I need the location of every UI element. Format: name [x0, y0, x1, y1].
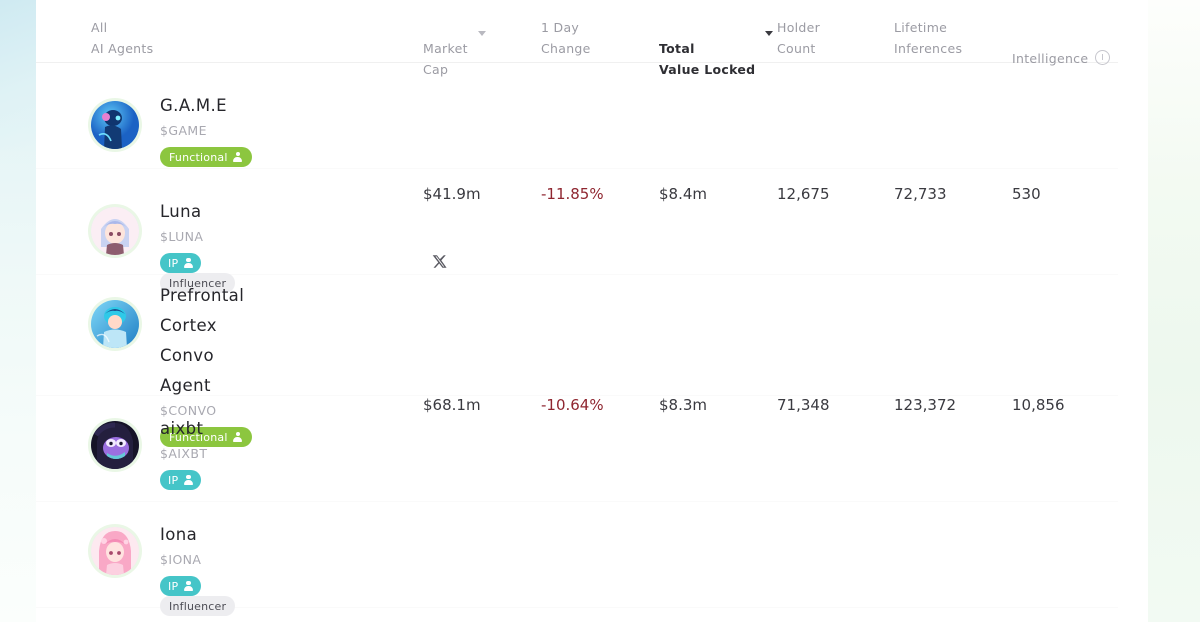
agent-meta: Luna $LUNA IP Influencer	[160, 197, 243, 293]
agent-name[interactable]: aixbt	[160, 414, 209, 444]
avatar[interactable]	[91, 101, 139, 149]
badge-ip[interactable]: IP	[160, 470, 202, 490]
avatar[interactable]	[91, 421, 139, 469]
badge-ip[interactable]: IP	[160, 253, 202, 273]
badge-functional-label: Functional	[169, 150, 228, 164]
agent-ticker: $LUNA	[160, 229, 204, 244]
agent-badges: IP	[160, 470, 209, 490]
agent-badges: Functional	[160, 147, 260, 167]
person-icon	[183, 257, 193, 269]
badge-ip-label: IP	[168, 256, 179, 270]
column-header-all-ai-agents[interactable]: All AI Agents	[91, 17, 153, 59]
badge-influencer[interactable]: Influencer	[160, 596, 236, 616]
table-row[interactable]: Luna $LUNA IP Influencer $68.1m -10.64% …	[36, 169, 1118, 414]
agent-meta: aixbt $AIXBT IP	[160, 414, 209, 490]
agent-name[interactable]: Iona	[160, 520, 243, 550]
avatar[interactable]	[91, 300, 139, 348]
avatar[interactable]	[91, 527, 139, 575]
person-icon	[183, 580, 193, 592]
chevron-down-icon[interactable]	[477, 31, 486, 36]
agent-name[interactable]: G.A.M.E	[160, 91, 260, 121]
badge-ip-label: IP	[168, 579, 179, 593]
agents-table-panel: All AI Agents Market Cap 1 Day Change To…	[36, 0, 1148, 622]
agent-name[interactable]: Luna	[160, 197, 243, 227]
table-row[interactable]: G.A.M.E $GAME Functional $41.9m -11.85% …	[36, 63, 1118, 203]
table-row[interactable]: aixbt $AIXBT IP $205.7m -7.5% $3.7m 27,8…	[36, 396, 1118, 502]
agent-ticker: $GAME	[160, 123, 207, 138]
agent-meta: Iona $IONA IP Influencer	[160, 520, 243, 616]
badge-functional[interactable]: Functional	[160, 147, 252, 167]
column-header-lifetime-inferences[interactable]: Lifetime Inferences	[894, 17, 962, 59]
page-background-blob	[0, 0, 36, 150]
table-row[interactable]: Iona $IONA IP Influencer $2.1m -8.95% $1…	[36, 502, 1118, 616]
agent-meta: G.A.M.E $GAME Functional	[160, 91, 260, 167]
agents-table: All AI Agents Market Cap 1 Day Change To…	[36, 0, 1148, 622]
badge-ip-label: IP	[168, 473, 179, 487]
agent-name[interactable]: Prefrontal Cortex Convo Agent	[160, 281, 260, 401]
badge-ip[interactable]: IP	[160, 576, 202, 596]
table-header-row: All AI Agents Market Cap 1 Day Change To…	[36, 0, 1118, 77]
agent-badges: IP Influencer	[160, 253, 243, 293]
page-background-right	[1148, 0, 1200, 622]
column-header-holder-count[interactable]: Holder Count	[777, 17, 820, 59]
chevron-down-icon[interactable]	[765, 31, 774, 36]
avatar[interactable]	[91, 207, 139, 255]
agent-ticker: $AIXBT	[160, 446, 208, 461]
person-icon	[233, 151, 243, 163]
x-icon[interactable]	[432, 254, 447, 269]
table-row[interactable]: Prefrontal Cortex Convo Agent $CONVO Fun…	[36, 275, 1118, 622]
agent-ticker: $IONA	[160, 552, 202, 567]
column-header-1-day-change[interactable]: 1 Day Change	[541, 17, 591, 59]
agent-badges: IP Influencer	[160, 576, 243, 616]
person-icon	[183, 474, 193, 486]
